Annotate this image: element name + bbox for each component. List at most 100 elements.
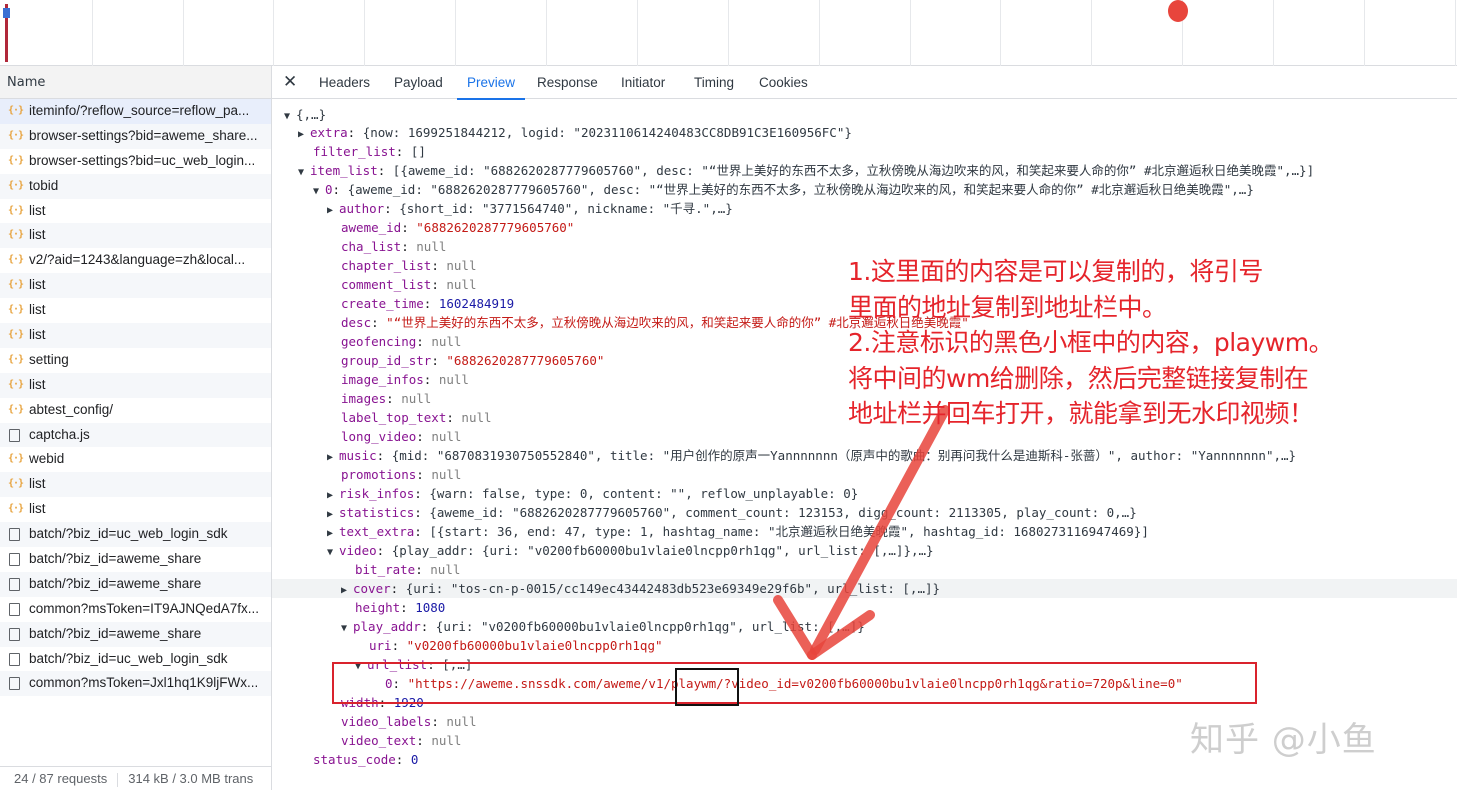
- collapsed-triangle-icon[interactable]: ▶: [327, 448, 339, 467]
- request-row[interactable]: batch/?biz_id=uc_web_login_sdk: [0, 647, 271, 672]
- name-column-header[interactable]: Name: [0, 66, 271, 99]
- tree-extra[interactable]: ▶ extra: {now: 1699251844212, logid: "202…: [298, 123, 852, 142]
- timeline-gridline: [546, 0, 547, 66]
- tree-author[interactable]: ▶ author: {short_id: "3771564740", nickna…: [327, 199, 733, 218]
- request-row[interactable]: common?msToken=IT9AJNQedA7fx...: [0, 597, 271, 622]
- request-row[interactable]: batch/?biz_id=aweme_share: [0, 547, 271, 572]
- braces-icon: {·}: [8, 179, 24, 191]
- timeline-gridline: [1364, 0, 1365, 66]
- tree-statistics[interactable]: ▶ statistics: {aweme_id: "688262028777960…: [327, 503, 1137, 522]
- tree-status-code: status_code: 0: [313, 752, 419, 767]
- braces-icon: {·}: [8, 129, 24, 141]
- request-row[interactable]: {·} abtest_config/: [0, 398, 271, 423]
- request-row[interactable]: batch/?biz_id=aweme_share: [0, 621, 271, 647]
- request-name: batch/?biz_id=aweme_share: [29, 625, 202, 641]
- tab-response[interactable]: Response: [537, 66, 598, 99]
- tree-comment-list: comment_list: null: [341, 277, 477, 292]
- request-row[interactable]: {·} list: [0, 372, 271, 398]
- tree-promotions: promotions: null: [341, 467, 462, 482]
- timeline-gridline: [1000, 0, 1001, 66]
- annotation-line: 地址栏并回车打开，就能拿到无水印视频！: [848, 399, 1314, 428]
- request-name: list: [29, 227, 46, 243]
- tree-label-top-text: label_top_text: null: [341, 410, 492, 425]
- braces-icon: {·}: [8, 403, 24, 415]
- tree-group-id-str: group_id_str: "6882620287779605760": [341, 353, 605, 368]
- document-icon: [9, 577, 20, 591]
- request-row[interactable]: {·} browser-settings?bid=aweme_share...: [0, 123, 271, 149]
- tree-uri: uri: "v0200fb60000bu1vlaie0lncpp0rh1qg": [369, 638, 663, 653]
- tree-cha-list: cha_list: null: [341, 239, 447, 254]
- tab-preview[interactable]: Preview: [456, 66, 526, 100]
- timeline-gridline: [1091, 0, 1092, 66]
- expanded-triangle-icon[interactable]: ▼: [298, 163, 310, 182]
- request-row[interactable]: {·} list: [0, 472, 271, 498]
- tab-headers[interactable]: Headers: [319, 66, 370, 99]
- request-row[interactable]: {·} tobid: [0, 173, 271, 199]
- timeline-gridline: [455, 0, 456, 66]
- annotation-line: 里面的地址复制到地址栏中。: [848, 292, 1167, 322]
- request-row[interactable]: {·} setting: [0, 348, 271, 373]
- timeline-gridline: [1455, 0, 1456, 66]
- tree-item-list[interactable]: ▼ item_list: [{aweme_id: "688262028777960…: [298, 161, 1314, 180]
- annotation-line: 1.这里面的内容是可以复制的，将引号: [848, 257, 1263, 286]
- request-row[interactable]: batch/?biz_id=aweme_share: [0, 571, 271, 597]
- request-row[interactable]: {·} list: [0, 199, 271, 224]
- request-row[interactable]: {·} list: [0, 273, 271, 299]
- request-row[interactable]: {·} list: [0, 223, 271, 249]
- timeline-gridline: [1273, 0, 1274, 66]
- close-icon[interactable]: ✕: [283, 72, 297, 92]
- timeline-gridline: [910, 0, 911, 66]
- request-name: batch/?biz_id=uc_web_login_sdk: [29, 526, 228, 542]
- annotation-line: 将中间的wm给删除，然后完整链接复制在: [848, 363, 1309, 393]
- request-name: setting: [29, 351, 69, 367]
- request-row[interactable]: {·} webid: [0, 447, 271, 472]
- request-name: abtest_config/: [29, 401, 114, 417]
- detail-tabbar: ✕ Headers Payload Preview Response Initi…: [272, 66, 1457, 100]
- tree-text-extra[interactable]: ▶ text_extra: [{start: 36, end: 47, type:…: [327, 522, 1149, 541]
- tab-timing[interactable]: Timing: [694, 66, 734, 99]
- request-name: list: [29, 327, 46, 343]
- expanded-triangle-icon[interactable]: ▼: [341, 619, 353, 638]
- request-row[interactable]: {·} iteminfo/?reflow_source=reflow_pa...: [0, 99, 271, 124]
- watermark: 知乎 @小鱼: [1190, 720, 1377, 760]
- expanded-triangle-icon[interactable]: ▼: [284, 107, 296, 126]
- request-row[interactable]: batch/?biz_id=uc_web_login_sdk: [0, 522, 271, 548]
- request-row[interactable]: {·} list: [0, 497, 271, 522]
- tab-cookies[interactable]: Cookies: [759, 66, 808, 99]
- collapsed-triangle-icon[interactable]: ▶: [341, 581, 353, 600]
- braces-icon: {·}: [8, 453, 24, 465]
- braces-icon: {·}: [8, 478, 24, 490]
- tree-create-time: create_time: 1602484919: [341, 296, 515, 311]
- annotation-line: 2.注意标识的黑色小框中的内容，playwm。: [848, 328, 1334, 357]
- request-count: 24 / 87 requests: [14, 771, 108, 786]
- request-row[interactable]: {·} browser-settings?bid=uc_web_login...: [0, 149, 271, 174]
- document-icon: [9, 553, 20, 567]
- request-row[interactable]: common?msToken=Jxl1hq1K9ljFWx...: [0, 671, 271, 697]
- tree-root[interactable]: ▼ {,…}: [284, 105, 326, 124]
- expanded-triangle-icon[interactable]: ▼: [313, 182, 325, 201]
- timeline-gridline: [183, 0, 184, 66]
- annotation-arrow-tip: [1168, 0, 1188, 22]
- tree-video-labels: video_labels: null: [341, 714, 477, 729]
- document-icon: [9, 627, 20, 641]
- braces-icon: {·}: [8, 254, 24, 266]
- braces-icon: {·}: [8, 304, 24, 316]
- collapsed-triangle-icon[interactable]: ▶: [327, 201, 339, 220]
- document-icon: [9, 652, 20, 666]
- request-name: browser-settings?bid=aweme_share...: [29, 127, 258, 143]
- tab-payload[interactable]: Payload: [394, 66, 443, 99]
- braces-icon: {·}: [8, 154, 24, 166]
- expanded-triangle-icon[interactable]: ▼: [327, 543, 339, 562]
- timeline-gridline: [273, 0, 274, 66]
- braces-icon: {·}: [8, 353, 24, 365]
- request-row[interactable]: {·} v2/?aid=1243&language=zh&local...: [0, 248, 271, 273]
- collapsed-triangle-icon[interactable]: ▶: [298, 125, 310, 144]
- annotation-note: 1.这里面的内容是可以复制的，将引号 里面的地址复制到地址栏中。 2.注意标识的…: [848, 254, 1408, 432]
- tab-initiator[interactable]: Initiator: [621, 66, 665, 99]
- tree-item-0[interactable]: ▼ 0: {aweme_id: "6882620287779605760", de…: [313, 180, 1254, 199]
- request-row[interactable]: captcha.js: [0, 422, 271, 448]
- braces-icon: {·}: [8, 279, 24, 291]
- request-row[interactable]: {·} list: [0, 323, 271, 348]
- request-row[interactable]: {·} list: [0, 298, 271, 323]
- network-timeline-overview[interactable]: [0, 0, 1457, 66]
